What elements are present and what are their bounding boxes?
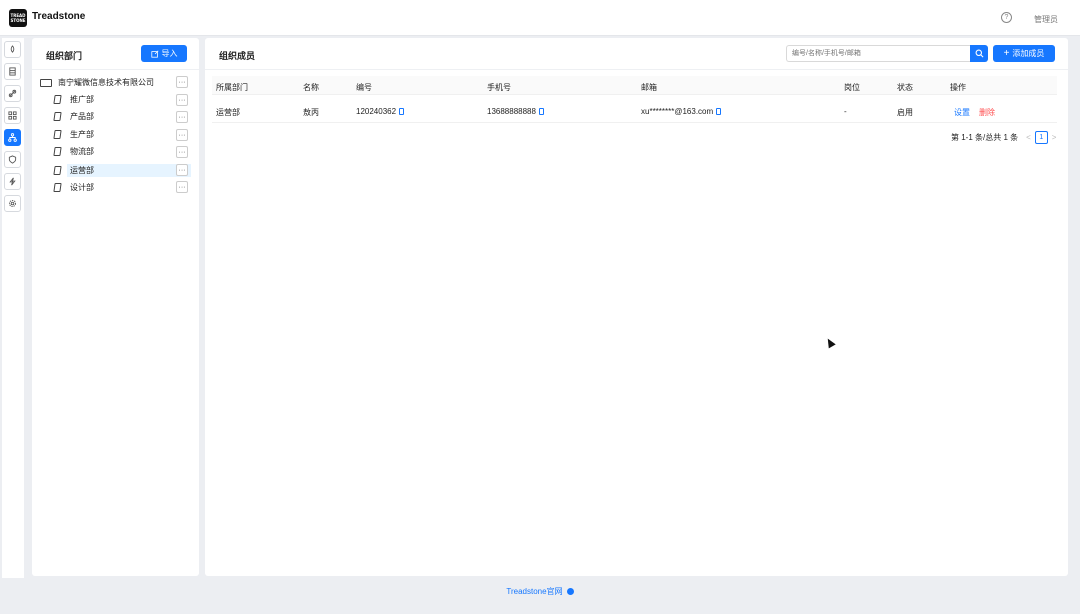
- table-header: 所属部门 名称 编号 手机号 邮箱 岗位 状态 操作: [212, 76, 1057, 95]
- tree-item-dept[interactable]: 生产部: [53, 128, 97, 141]
- shield-icon[interactable]: [4, 151, 21, 168]
- column-header[interactable]: 所属部门: [216, 82, 248, 93]
- tree-root[interactable]: 南宁耀微信息技术有限公司: [40, 76, 154, 89]
- gear-icon[interactable]: [4, 195, 21, 212]
- tree-item-more-button[interactable]: ···: [176, 164, 188, 176]
- cell-dept: 运营部: [216, 108, 240, 117]
- department-panel-title: 组织部门: [46, 51, 83, 61]
- org-icon[interactable]: [4, 129, 21, 146]
- github-icon[interactable]: [566, 588, 574, 595]
- import-button-label: 导入: [161, 49, 178, 58]
- grid-icon[interactable]: [4, 107, 21, 124]
- tree-item-label: 设计部: [70, 183, 94, 192]
- cell-phone-text: 13688888888: [487, 107, 536, 116]
- member-panel-title: 组织成员: [219, 51, 256, 61]
- column-header[interactable]: 操作: [950, 82, 966, 93]
- column-header[interactable]: 编号: [356, 82, 372, 93]
- tree-item-label: 产品部: [70, 112, 94, 121]
- panel-divider: [32, 69, 199, 70]
- add-member-button[interactable]: + 添加成员: [993, 45, 1055, 62]
- edit-link[interactable]: 设置: [954, 107, 970, 118]
- cell-position: -: [844, 107, 847, 116]
- rocket-icon[interactable]: [4, 41, 21, 58]
- search-button[interactable]: [970, 45, 988, 62]
- tree-item-label: 生产部: [70, 130, 94, 139]
- tree-item-more-button[interactable]: ···: [176, 94, 188, 106]
- cell-status: 启用: [897, 108, 913, 117]
- search-icon: [975, 49, 983, 58]
- chevron-left-icon[interactable]: <: [1026, 133, 1031, 142]
- copy-icon[interactable]: [538, 108, 544, 115]
- chevron-right-icon[interactable]: >: [1052, 133, 1057, 142]
- cell-name: 敖丙: [303, 108, 319, 117]
- tree-item-more-button[interactable]: ···: [176, 111, 188, 123]
- app-title: Treadstone: [32, 11, 86, 22]
- tree-item-dept[interactable]: 物流部: [53, 145, 97, 158]
- tree-item-more-button[interactable]: ···: [176, 146, 188, 158]
- cell-code-text: 120240362: [356, 107, 397, 116]
- file-icon: [53, 130, 62, 139]
- member-panel: 组织成员 + 添加成员 所属部门 名称 编号 手机号 邮箱 岗位 状态 操作 运…: [205, 38, 1068, 576]
- pagination: 第 1-1 条/总共 1 条 < 1 >: [951, 131, 1060, 144]
- column-header[interactable]: 名称: [303, 82, 319, 93]
- tree-item-more-button[interactable]: ···: [176, 181, 188, 193]
- tree-item-label: 推广部: [70, 95, 94, 104]
- tree-item-dept[interactable]: 推广部: [53, 93, 97, 106]
- column-header[interactable]: 岗位: [844, 82, 860, 93]
- link-icon[interactable]: [4, 85, 21, 102]
- pagination-summary: 第 1-1 条/总共 1 条: [951, 133, 1019, 142]
- cell-phone: 13688888888: [487, 107, 544, 116]
- column-header[interactable]: 手机号: [487, 82, 511, 93]
- import-button[interactable]: 导入: [141, 45, 187, 62]
- folder-open-icon: [40, 78, 52, 87]
- panel-divider: [205, 69, 1068, 70]
- file-icon: [53, 147, 62, 156]
- side-rail: [2, 38, 24, 578]
- help-icon[interactable]: ?: [1001, 12, 1012, 23]
- tree-item-more-button[interactable]: ···: [176, 129, 188, 141]
- copy-icon[interactable]: [716, 108, 722, 115]
- file-icon: [53, 166, 62, 175]
- column-header[interactable]: 状态: [897, 82, 913, 93]
- edit-icon: [150, 50, 158, 58]
- table-row[interactable]: 运营部 敖丙 120240362 13688888888 xu********@…: [212, 99, 1057, 123]
- app-header: TREAD STONE Treadstone ? 管理员: [0, 0, 1080, 36]
- tree-item-label: 物流部: [70, 147, 94, 156]
- tree-item-dept[interactable]: 产品部: [53, 110, 97, 123]
- cell-code: 120240362: [356, 107, 405, 116]
- tree-item-dept-selected[interactable]: 运营部: [53, 164, 97, 177]
- official-site-link[interactable]: Treadstone官网: [506, 587, 562, 596]
- copy-icon[interactable]: [399, 108, 405, 115]
- search-input[interactable]: [786, 45, 970, 62]
- plus-icon: +: [1003, 47, 1010, 59]
- app-logo[interactable]: TREAD STONE: [9, 9, 27, 27]
- add-member-button-label: 添加成员: [1012, 49, 1045, 58]
- department-panel: 组织部门 导入 南宁耀微信息技术有限公司 ··· 推广部 ··· 产品部 ···…: [32, 38, 199, 576]
- tree-root-more-button[interactable]: ···: [176, 76, 188, 88]
- file-icon: [53, 95, 62, 104]
- file-icon: [53, 112, 62, 121]
- bolt-icon[interactable]: [4, 173, 21, 190]
- tree-item-label: 运营部: [67, 164, 97, 177]
- file-icon: [53, 183, 62, 192]
- tree-root-label: 南宁耀微信息技术有限公司: [58, 78, 154, 87]
- tree-item-dept[interactable]: 设计部: [53, 181, 97, 194]
- database-icon[interactable]: [4, 63, 21, 80]
- column-header[interactable]: 邮箱: [641, 82, 657, 93]
- delete-link[interactable]: 删除: [979, 107, 995, 118]
- cell-email: xu********@163.com: [641, 107, 722, 116]
- footer: Treadstone官网: [0, 586, 1080, 598]
- cell-email-text: xu********@163.com: [641, 107, 714, 116]
- user-menu[interactable]: 管理员: [1034, 14, 1058, 25]
- page-number[interactable]: 1: [1034, 131, 1048, 144]
